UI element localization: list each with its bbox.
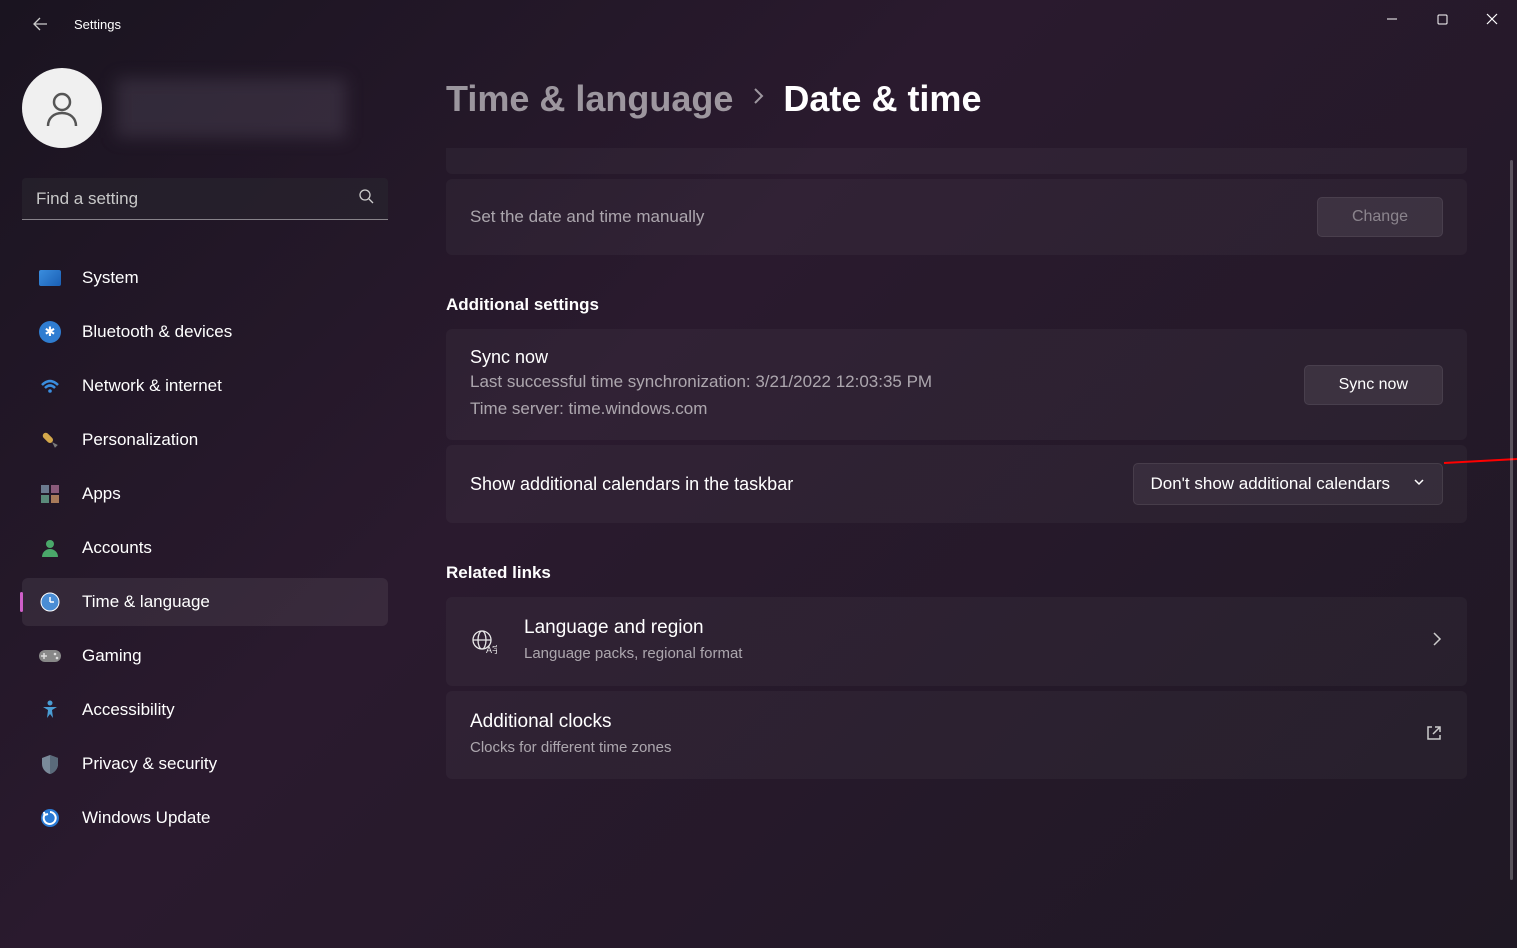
link-sub: Clocks for different time zones (470, 737, 1399, 760)
content-area: Time & language Date & time Set the date… (410, 48, 1517, 948)
sidebar-item-system[interactable]: System (22, 254, 388, 302)
bluetooth-icon: ✱ (38, 320, 62, 344)
sidebar-item-label: Windows Update (82, 808, 211, 828)
app-title: Settings (74, 17, 121, 32)
sidebar-item-apps[interactable]: Apps (22, 470, 388, 518)
personalization-icon (38, 428, 62, 452)
sync-card: Sync now Last successful time synchroniz… (446, 329, 1467, 440)
avatar (22, 68, 102, 148)
window-controls (1367, 0, 1517, 38)
sidebar-item-label: Accounts (82, 538, 152, 558)
link-title: Language and region (524, 617, 1405, 639)
accounts-icon (38, 536, 62, 560)
sidebar-item-label: Bluetooth & devices (82, 322, 232, 342)
search-icon (358, 188, 374, 209)
sidebar-item-bluetooth[interactable]: ✱ Bluetooth & devices (22, 308, 388, 356)
profile-section[interactable] (22, 68, 388, 148)
sync-last-time: Last successful time synchronization: 3/… (470, 368, 932, 395)
maximize-button[interactable] (1417, 0, 1467, 38)
external-link-icon (1425, 724, 1443, 747)
related-links-heading: Related links (446, 563, 1467, 583)
sidebar-item-accessibility[interactable]: Accessibility (22, 686, 388, 734)
calendars-label: Show additional calendars in the taskbar (470, 474, 793, 495)
calendars-value: Don't show additional calendars (1150, 474, 1390, 494)
language-region-link[interactable]: A字 Language and region Language packs, r… (446, 597, 1467, 686)
sidebar-item-label: Time & language (82, 592, 210, 612)
sidebar-item-windows-update[interactable]: Windows Update (22, 794, 388, 842)
back-button[interactable] (20, 4, 60, 44)
update-icon (38, 806, 62, 830)
sidebar-item-accounts[interactable]: Accounts (22, 524, 388, 572)
breadcrumb: Time & language Date & time (446, 78, 1467, 120)
manual-time-label: Set the date and time manually (470, 203, 704, 230)
sidebar-item-label: Accessibility (82, 700, 175, 720)
additional-settings-heading: Additional settings (446, 295, 1467, 315)
additional-clocks-link[interactable]: Additional clocks Clocks for different t… (446, 691, 1467, 780)
wifi-icon (38, 374, 62, 398)
close-button[interactable] (1467, 0, 1517, 38)
sidebar-item-privacy[interactable]: Privacy & security (22, 740, 388, 788)
apps-icon (38, 482, 62, 506)
sync-now-button[interactable]: Sync now (1304, 365, 1443, 405)
accessibility-icon (38, 698, 62, 722)
calendars-dropdown[interactable]: Don't show additional calendars (1133, 463, 1443, 505)
nav-list: System ✱ Bluetooth & devices Network & i… (22, 254, 388, 842)
breadcrumb-parent[interactable]: Time & language (446, 78, 733, 120)
titlebar: Settings (0, 0, 1517, 48)
link-sub: Language packs, regional format (524, 643, 1405, 666)
manual-time-card: Set the date and time manually Change (446, 179, 1467, 255)
time-language-icon (38, 590, 62, 614)
system-icon (38, 266, 62, 290)
sidebar-item-gaming[interactable]: Gaming (22, 632, 388, 680)
chevron-right-icon (1431, 630, 1443, 653)
sidebar-item-label: Gaming (82, 646, 142, 666)
shield-icon (38, 752, 62, 776)
sidebar-item-label: Privacy & security (82, 754, 217, 774)
svg-text:A字: A字 (486, 644, 497, 655)
sidebar-item-label: Apps (82, 484, 121, 504)
minimize-button[interactable] (1367, 0, 1417, 38)
sidebar-item-personalization[interactable]: Personalization (22, 416, 388, 464)
sidebar: System ✱ Bluetooth & devices Network & i… (0, 48, 410, 948)
gaming-icon (38, 644, 62, 668)
sidebar-item-label: Network & internet (82, 376, 222, 396)
search-input[interactable] (36, 189, 358, 209)
sidebar-item-label: Personalization (82, 430, 198, 450)
change-button[interactable]: Change (1317, 197, 1443, 237)
chevron-right-icon (751, 85, 765, 113)
link-title: Additional clocks (470, 711, 1399, 733)
profile-info-redacted (116, 78, 346, 138)
globe-icon: A字 (470, 628, 498, 656)
sync-title: Sync now (470, 347, 932, 368)
sidebar-item-network[interactable]: Network & internet (22, 362, 388, 410)
chevron-down-icon (1412, 474, 1426, 494)
sidebar-item-time-language[interactable]: Time & language (22, 578, 388, 626)
breadcrumb-current: Date & time (783, 78, 981, 120)
sync-server: Time server: time.windows.com (470, 395, 932, 422)
search-box[interactable] (22, 178, 388, 220)
scrollbar[interactable] (1510, 160, 1513, 880)
calendars-card: Show additional calendars in the taskbar… (446, 445, 1467, 523)
previous-card-edge (446, 148, 1467, 174)
sidebar-item-label: System (82, 268, 139, 288)
